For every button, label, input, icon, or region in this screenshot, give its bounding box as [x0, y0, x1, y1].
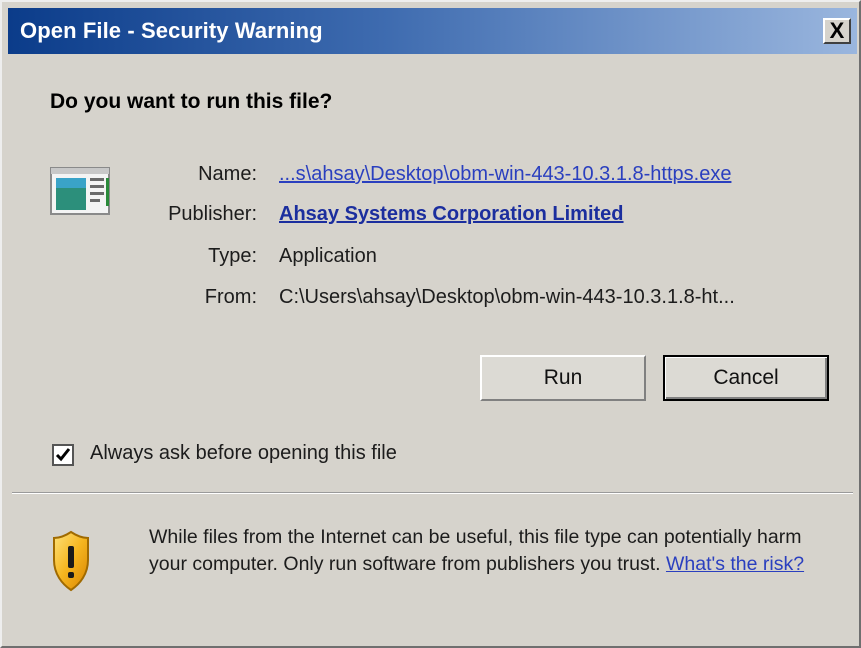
publisher-label: Publisher: [168, 203, 257, 225]
window-title: Open File - Security Warning [20, 18, 323, 43]
always-ask-label[interactable]: Always ask before opening this file [90, 442, 397, 465]
security-warning-dialog: Open File - Security Warning X Do you wa… [0, 0, 861, 648]
publisher-link[interactable]: Ahsay Systems Corporation Limited [279, 203, 624, 226]
title-bar[interactable]: Open File - Security Warning X [8, 8, 857, 54]
run-button[interactable]: Run [480, 355, 646, 401]
warning-shield-icon [53, 530, 89, 592]
name-label: Name: [198, 163, 257, 185]
warning-message: While files from the Internet can be use… [149, 524, 829, 578]
whats-the-risk-link[interactable]: What's the risk? [666, 553, 804, 575]
from-label: From: [204, 286, 257, 308]
file-name-link[interactable]: ...s\ahsay\Desktop\obm-win-443-10.3.1.8-… [279, 163, 731, 186]
checkmark-icon [55, 448, 71, 462]
application-file-icon [50, 167, 110, 215]
separator-highlight [12, 493, 853, 494]
always-ask-checkbox[interactable] [52, 444, 74, 466]
cancel-button[interactable]: Cancel [663, 355, 829, 401]
question-heading: Do you want to run this file? [50, 90, 333, 113]
type-label: Type: [208, 245, 257, 267]
from-value: C:\Users\ahsay\Desktop\obm-win-443-10.3.… [279, 286, 735, 308]
close-button[interactable]: X [823, 18, 851, 44]
type-value: Application [279, 245, 377, 267]
